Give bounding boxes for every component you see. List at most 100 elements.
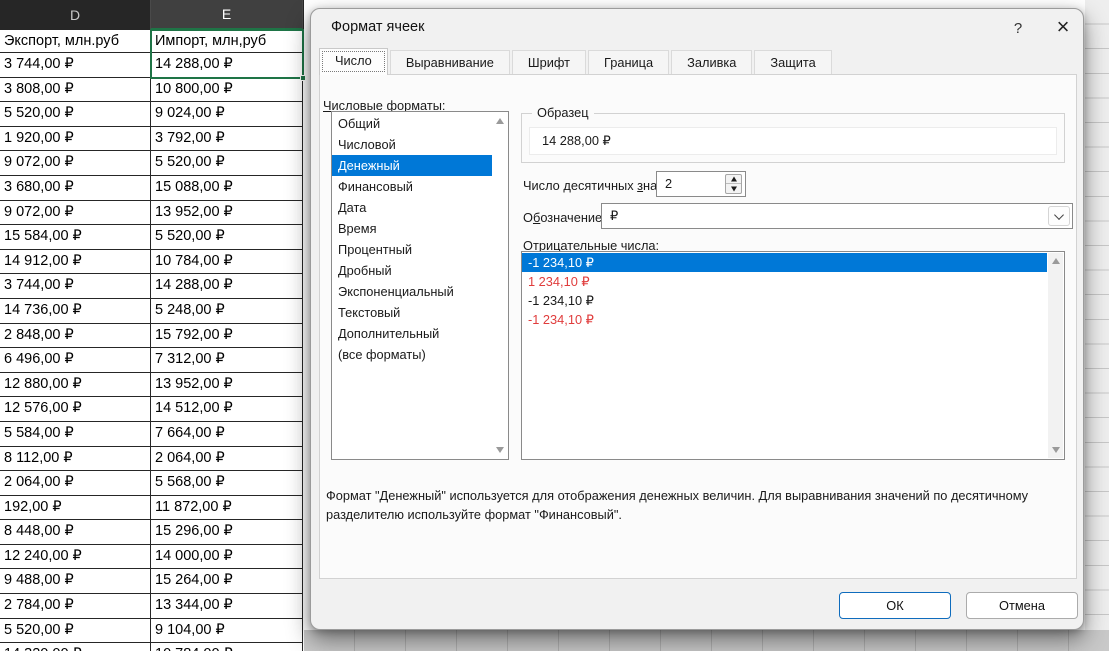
cell[interactable]: 6 496,00 ₽ (0, 348, 151, 373)
format-option[interactable]: Финансовый (332, 176, 492, 197)
format-option[interactable]: (все форматы) (332, 344, 492, 365)
cell[interactable]: 5 520,00 ₽ (151, 151, 303, 176)
cell[interactable]: 9 104,00 ₽ (151, 619, 303, 644)
cell[interactable]: 10 784,00 ₽ (151, 250, 303, 275)
negative-option[interactable]: -1 234,10 ₽ (522, 253, 1047, 272)
cell[interactable]: 5 568,00 ₽ (151, 471, 303, 496)
spinner-down-button[interactable] (726, 184, 741, 193)
column-header-e[interactable]: E (151, 0, 303, 30)
decimals-value: 2 (665, 172, 672, 196)
scroll-up-icon[interactable] (496, 118, 504, 124)
format-option[interactable]: Общий (332, 113, 492, 134)
chevron-down-icon (1054, 210, 1064, 220)
cell[interactable]: 5 584,00 ₽ (0, 422, 151, 447)
dialog-titlebar[interactable]: Формат ячеек ? × (311, 9, 1083, 47)
cell[interactable]: 3 744,00 ₽ (0, 274, 151, 299)
format-option[interactable]: Дата (332, 197, 492, 218)
tab-Граница[interactable]: Граница (588, 50, 669, 75)
cell[interactable]: 10 800,00 ₽ (151, 78, 303, 103)
table-row: 5 520,00 ₽9 024,00 ₽ (0, 102, 304, 127)
tab-Число[interactable]: Число (319, 48, 388, 75)
decimals-spinner[interactable]: 2 (656, 171, 746, 197)
cell[interactable]: 9 072,00 ₽ (0, 201, 151, 226)
format-option[interactable]: Числовой (332, 134, 492, 155)
dropdown-button[interactable] (1048, 206, 1070, 226)
cell[interactable]: 15 088,00 ₽ (151, 176, 303, 201)
cancel-button[interactable]: Отмена (966, 592, 1078, 619)
tab-Заливка[interactable]: Заливка (671, 50, 752, 75)
format-list-scrollbar[interactable] (492, 113, 507, 458)
format-option[interactable]: Время (332, 218, 492, 239)
negative-list-scrollbar[interactable] (1048, 253, 1063, 458)
cell[interactable]: 7 312,00 ₽ (151, 348, 303, 373)
tab-Шрифт[interactable]: Шрифт (512, 50, 586, 75)
negative-option[interactable]: -1 234,10 ₽ (522, 291, 1047, 310)
scroll-up-icon[interactable] (1052, 258, 1060, 264)
cell[interactable]: 15 792,00 ₽ (151, 324, 303, 349)
cell[interactable]: 3 680,00 ₽ (0, 176, 151, 201)
cell[interactable]: 15 584,00 ₽ (0, 225, 151, 250)
cell[interactable]: 14 512,00 ₽ (151, 397, 303, 422)
cell[interactable]: 10 784,00 ₽ (151, 643, 303, 651)
scroll-down-icon[interactable] (496, 447, 504, 453)
format-option[interactable]: Экспоненциальный (332, 281, 492, 302)
cell[interactable]: 2 064,00 ₽ (151, 447, 303, 472)
cell[interactable]: 14 912,00 ₽ (0, 250, 151, 275)
cell[interactable]: 2 784,00 ₽ (0, 594, 151, 619)
cell[interactable]: 14 288,00 ₽ (151, 274, 303, 299)
cell[interactable]: 13 952,00 ₽ (151, 373, 303, 398)
sample-group-label: Образец (532, 105, 594, 120)
format-option[interactable]: Текстовый (332, 302, 492, 323)
format-option[interactable]: Процентный (332, 239, 492, 260)
cell[interactable]: 7 664,00 ₽ (151, 422, 303, 447)
dialog-title: Формат ячеек (331, 19, 424, 35)
cell[interactable]: 14 000,00 ₽ (151, 545, 303, 570)
scroll-down-icon[interactable] (1052, 447, 1060, 453)
table-row: 2 848,00 ₽15 792,00 ₽ (0, 324, 304, 349)
cell[interactable]: 13 344,00 ₽ (151, 594, 303, 619)
format-option[interactable]: Дополнительный (332, 323, 492, 344)
cell[interactable]: 192,00 ₽ (0, 496, 151, 521)
format-option[interactable]: Дробный (332, 260, 492, 281)
cell[interactable]: 5 520,00 ₽ (0, 102, 151, 127)
cell[interactable]: 9 072,00 ₽ (0, 151, 151, 176)
cell[interactable]: 2 848,00 ₽ (0, 324, 151, 349)
tab-Защита[interactable]: Защита (754, 50, 831, 75)
cell[interactable]: 14 320,00 ₽ (0, 643, 151, 651)
tab-Выравнивание[interactable]: Выравнивание (390, 50, 510, 75)
format-option[interactable]: Денежный (332, 155, 492, 176)
ok-button[interactable]: ОК (839, 592, 951, 619)
column-header-d[interactable]: D (0, 0, 151, 30)
cell-export-header[interactable]: Экспорт, млн.руб (0, 30, 151, 53)
cell[interactable]: 5 248,00 ₽ (151, 299, 303, 324)
fill-handle[interactable] (300, 75, 306, 81)
cell[interactable]: 2 064,00 ₽ (0, 471, 151, 496)
cell[interactable]: 9 024,00 ₽ (151, 102, 303, 127)
cell[interactable]: 3 744,00 ₽ (0, 53, 151, 78)
negative-option[interactable]: -1 234,10 ₽ (522, 310, 1047, 329)
cell[interactable]: 15 296,00 ₽ (151, 520, 303, 545)
cell[interactable]: 9 488,00 ₽ (0, 569, 151, 594)
cell[interactable]: 5 520,00 ₽ (151, 225, 303, 250)
spinner-up-button[interactable] (726, 175, 741, 184)
cell[interactable]: 12 240,00 ₽ (0, 545, 151, 570)
cell[interactable]: 14 736,00 ₽ (0, 299, 151, 324)
symbol-dropdown[interactable]: ₽ (601, 203, 1073, 229)
negative-option[interactable]: 1 234,10 ₽ (522, 272, 1047, 291)
table-row: 3 744,00 ₽14 288,00 ₽ (0, 274, 304, 299)
cell[interactable]: 11 872,00 ₽ (151, 496, 303, 521)
cell[interactable]: 8 112,00 ₽ (0, 447, 151, 472)
close-icon[interactable]: × (1047, 13, 1079, 43)
cell[interactable]: 13 952,00 ₽ (151, 201, 303, 226)
cell[interactable]: 8 448,00 ₽ (0, 520, 151, 545)
cell[interactable]: 12 880,00 ₽ (0, 373, 151, 398)
cell[interactable]: 12 576,00 ₽ (0, 397, 151, 422)
cell-selection-outline[interactable] (150, 29, 304, 79)
cell[interactable]: 3 792,00 ₽ (151, 127, 303, 152)
cell[interactable]: 3 808,00 ₽ (0, 78, 151, 103)
help-icon[interactable]: ? (1005, 17, 1031, 41)
table-row: 9 072,00 ₽5 520,00 ₽ (0, 151, 304, 176)
cell[interactable]: 15 264,00 ₽ (151, 569, 303, 594)
cell[interactable]: 5 520,00 ₽ (0, 619, 151, 644)
cell[interactable]: 1 920,00 ₽ (0, 127, 151, 152)
